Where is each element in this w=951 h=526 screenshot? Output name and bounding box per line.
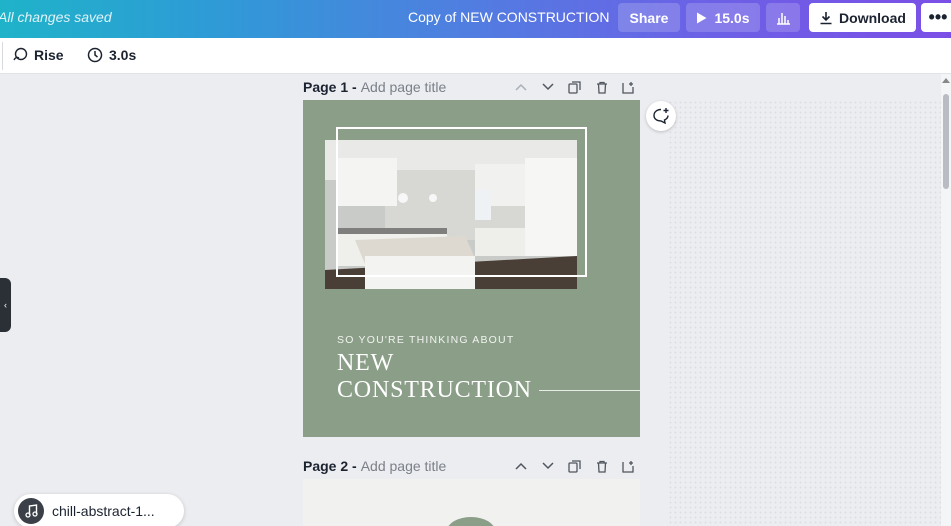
play-duration: 15.0s xyxy=(714,9,750,26)
play-icon xyxy=(697,12,707,23)
page-2-actions xyxy=(514,456,635,476)
add-comment-icon xyxy=(653,108,669,125)
more-options-button[interactable]: ••• xyxy=(921,3,951,32)
music-note-icon xyxy=(18,498,44,524)
move-up-icon[interactable] xyxy=(514,81,527,94)
insights-button[interactable] xyxy=(766,3,800,32)
delete-page-icon[interactable] xyxy=(595,460,608,473)
duplicate-page-icon[interactable] xyxy=(568,459,581,473)
toolbar-divider xyxy=(2,42,3,70)
add-page-icon[interactable] xyxy=(622,81,635,94)
animation-toolbar: Rise 3.0s xyxy=(0,38,951,74)
delete-page-icon[interactable] xyxy=(595,81,608,94)
move-up-icon[interactable] xyxy=(514,460,527,473)
animation-button[interactable]: Rise xyxy=(12,47,64,63)
photo-frame[interactable] xyxy=(336,127,587,277)
move-down-icon[interactable] xyxy=(541,460,554,473)
download-button[interactable]: Download xyxy=(809,3,916,32)
play-button[interactable]: 15.0s xyxy=(686,3,760,32)
page-1-header: Page 1 - Add page title xyxy=(303,77,446,97)
collapse-panel-handle[interactable]: ‹ xyxy=(0,278,11,332)
page-2-header: Page 2 - Add page title xyxy=(303,456,446,476)
add-comment-button[interactable] xyxy=(646,101,676,131)
page-number-label: Page 1 - xyxy=(303,79,357,95)
audio-track-name: chill-abstract-1... xyxy=(52,503,155,519)
animation-label: Rise xyxy=(34,47,64,63)
download-icon xyxy=(820,11,832,24)
design-title[interactable]: NEW CONSTRUCTION xyxy=(337,350,532,404)
scroll-thumb[interactable] xyxy=(943,94,949,189)
audio-track-chip[interactable]: chill-abstract-1... xyxy=(14,494,184,526)
vertical-scrollbar[interactable] xyxy=(941,74,951,526)
top-bar: All changes saved Copy of NEW CONSTRUCTI… xyxy=(0,0,951,38)
page-2-canvas[interactable] xyxy=(303,479,640,526)
add-page-icon[interactable] xyxy=(622,460,635,473)
scroll-up-arrow[interactable] xyxy=(942,78,950,83)
duplicate-page-icon[interactable] xyxy=(568,80,581,94)
chevron-left-icon: ‹ xyxy=(4,300,7,310)
page-1-canvas[interactable]: SO YOU'RE THINKING ABOUT NEW CONSTRUCTIO… xyxy=(303,100,640,437)
design-subtitle[interactable]: SO YOU'RE THINKING ABOUT xyxy=(337,334,514,346)
page-title-input[interactable]: Add page title xyxy=(361,79,447,95)
duration-button[interactable]: 3.0s xyxy=(87,47,136,63)
page-number-label: Page 2 - xyxy=(303,458,357,474)
document-title[interactable]: Copy of NEW CONSTRUCTION xyxy=(408,9,609,25)
bar-chart-icon xyxy=(776,12,790,25)
clock-icon xyxy=(87,47,103,63)
save-status: All changes saved xyxy=(0,9,112,25)
page-title-input[interactable]: Add page title xyxy=(361,458,447,474)
duration-label: 3.0s xyxy=(109,47,137,63)
move-down-icon[interactable] xyxy=(541,81,554,94)
page-1-actions xyxy=(514,77,635,97)
canvas-texture xyxy=(668,100,943,526)
share-button[interactable]: Share xyxy=(618,3,680,32)
decorative-line[interactable] xyxy=(539,390,640,391)
download-label: Download xyxy=(839,9,906,26)
design-title-line-2: CONSTRUCTION xyxy=(337,377,532,403)
share-label: Share xyxy=(629,9,669,26)
design-title-line-1: NEW xyxy=(337,350,395,376)
rise-animation-icon xyxy=(13,47,28,61)
